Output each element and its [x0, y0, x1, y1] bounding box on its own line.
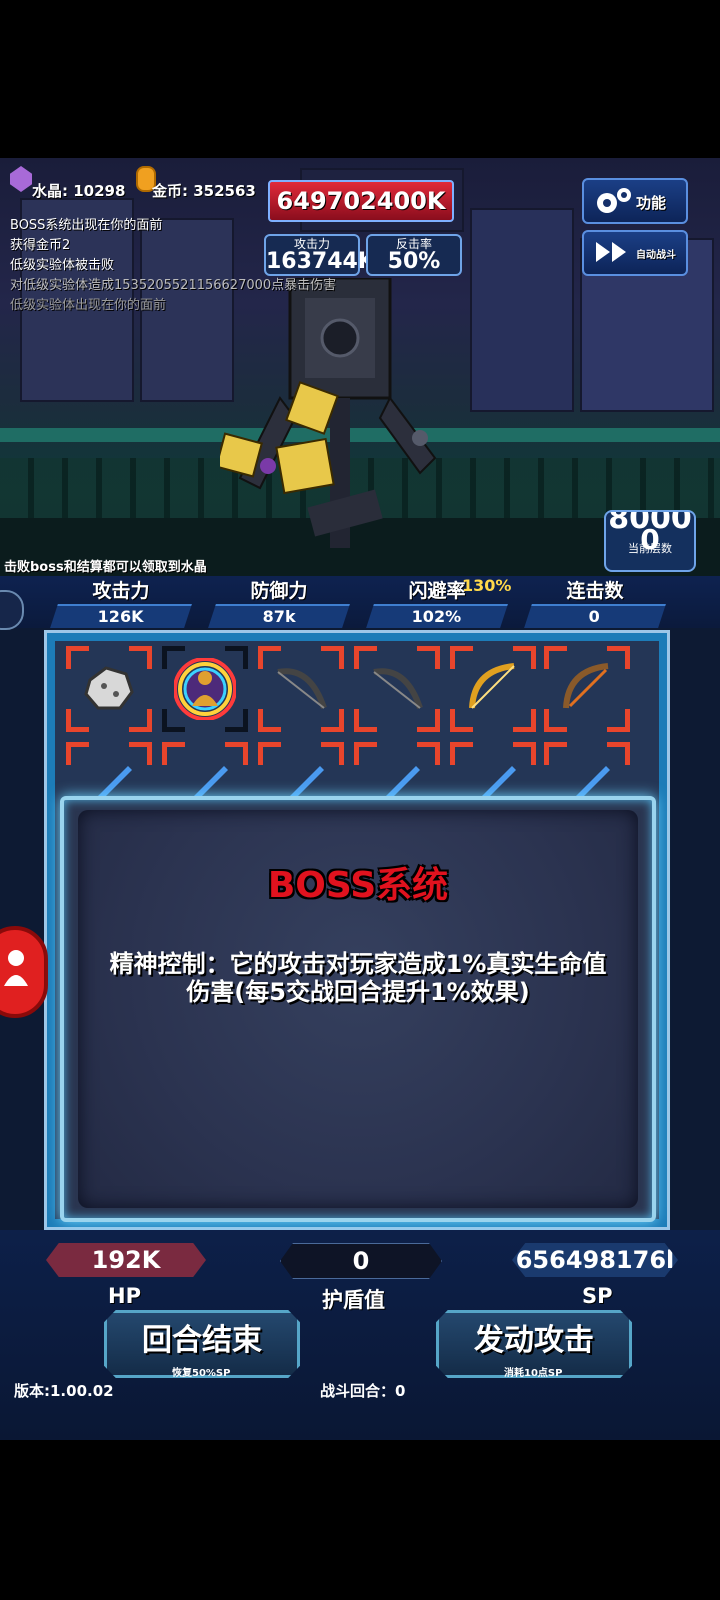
version-label: 版本:1.00.02 [14, 1382, 114, 1400]
fast-forward-icon [596, 242, 626, 262]
side-user-button[interactable] [0, 926, 48, 1018]
player-defense-stat: 防御力 87k [204, 578, 354, 628]
game-screen: 水晶: 10298 金币: 352563 649702400K 攻击力 1637… [0, 158, 720, 1440]
combo-label: 连击数 [566, 580, 624, 602]
dodge-value: 102% [411, 607, 462, 626]
boss-counter-box: 反击率 50% [366, 234, 462, 276]
floor-label: 当前层数 [628, 542, 672, 555]
end-turn-label: 回合结束 [142, 1323, 262, 1358]
defense-label: 防御力 [250, 580, 308, 602]
boss-counter-value: 50% [387, 249, 441, 274]
log-line: 低级实验体被击败 [10, 258, 115, 273]
sp-value: 656498176l [512, 1243, 678, 1277]
boss-robot [220, 278, 437, 548]
log-line: 获得金币2 [10, 238, 71, 253]
rock-icon [84, 666, 134, 710]
round-counter: 战斗回合：0 [320, 1382, 406, 1400]
defense-value: 87k [262, 607, 296, 626]
golden-bow-icon [469, 663, 515, 709]
attack-button-label: 发动攻击 [474, 1323, 594, 1358]
wooden-bow-icon [563, 663, 609, 709]
inventory-slot[interactable] [450, 646, 536, 732]
auto-battle-button[interactable]: 自动战斗 [582, 230, 688, 276]
inventory-slot[interactable] [544, 646, 630, 732]
auto-battle-label: 自动战斗 [636, 250, 676, 261]
end-turn-subtitle: 恢复50%SP [172, 1368, 231, 1379]
dialog-title: BOSS系统 [267, 865, 449, 906]
inventory-slot[interactable] [258, 646, 344, 732]
combo-value: 0 [589, 607, 601, 626]
user-icon [4, 950, 28, 986]
shield-value: 0 [280, 1243, 442, 1279]
player-attack-stat: 攻击力 126K [46, 578, 196, 628]
log-line: 低级实验体出现在你的面前 [10, 298, 167, 313]
hp-label: HP [108, 1284, 141, 1308]
inventory-slot[interactable] [162, 646, 248, 732]
gear-icon [597, 188, 631, 213]
attack-value: 126K [97, 607, 144, 626]
crystal-count: 水晶: 10298 [32, 182, 126, 200]
buddha-icon [174, 658, 236, 720]
attack-subtitle: 消耗10点SP [504, 1368, 563, 1379]
inventory-slot[interactable] [66, 646, 152, 732]
attack-label: 攻击力 [92, 580, 150, 602]
sp-label: SP [582, 1284, 613, 1308]
function-label: 功能 [636, 194, 667, 212]
dark-bow-icon [373, 668, 423, 709]
shield-label: 护盾值 [322, 1288, 385, 1312]
dark-bow-icon [277, 668, 327, 709]
log-line: 对低级实验体造成1535205521156627000点暴击伤害 [10, 278, 337, 293]
log-line: BOSS系统出现在你的面前 [10, 218, 163, 233]
function-button[interactable]: 功能 [582, 178, 688, 224]
floor-counter: 8000 0 当前层数 [604, 510, 696, 572]
inventory-slot[interactable] [354, 646, 440, 732]
battle-log: BOSS系统出现在你的面前 获得金币2 低级实验体被击败 对低级实验体造成153… [10, 216, 336, 316]
dodge-bonus: 130% [462, 576, 512, 595]
crystal-hint: 击败boss和结算都可以领取到水晶 [4, 560, 207, 575]
gold-count: 金币: 352563 [152, 182, 256, 200]
player-combo-stat: 连击数 0 [520, 578, 670, 628]
hp-value: 192K [46, 1243, 206, 1277]
dialog-text: 精神控制：它的攻击对玩家造成1%真实生命值伤害(每5交战回合提升1%效果) [109, 950, 607, 1006]
boss-info-dialog[interactable]: BOSS系统 精神控制：它的攻击对玩家造成1%真实生命值伤害(每5交战回合提升1… [60, 796, 656, 1222]
